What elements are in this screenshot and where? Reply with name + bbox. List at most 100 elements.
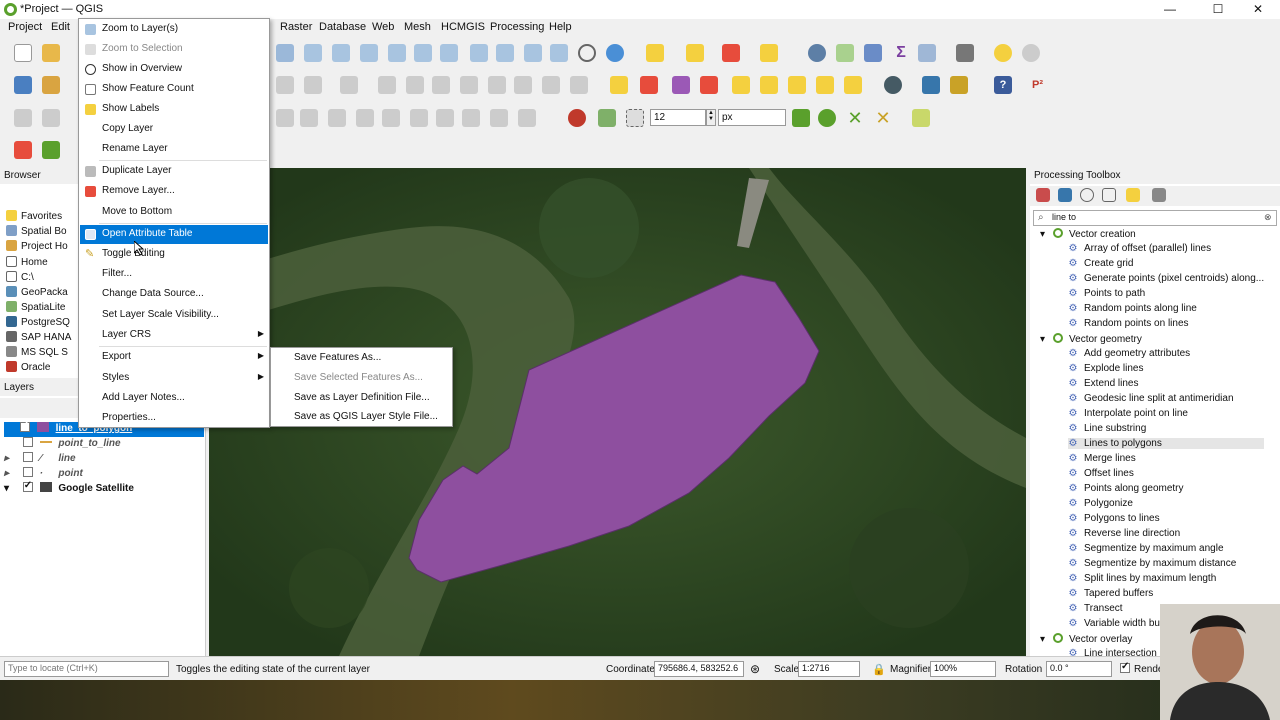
layer-row-point[interactable]: ▸ · point <box>4 467 204 482</box>
menu-hcmgis[interactable]: HCMGIS <box>441 21 485 33</box>
intersection-snapping-icon[interactable]: ✕ <box>874 109 892 127</box>
data-source-manager-icon[interactable] <box>14 76 32 94</box>
models-icon[interactable] <box>1036 188 1050 202</box>
menu-help[interactable]: Help <box>549 21 572 33</box>
show-bookmarks-icon[interactable] <box>550 44 568 62</box>
scripts-icon[interactable] <box>1058 188 1072 202</box>
cut-features-icon[interactable] <box>460 76 478 94</box>
diagram-icon[interactable] <box>640 76 658 94</box>
layer-visibility-checkbox[interactable] <box>22 437 33 447</box>
add-ring-icon[interactable] <box>356 109 374 127</box>
reshape-icon[interactable] <box>276 109 294 127</box>
browser-item-home[interactable]: Home <box>6 256 48 268</box>
browser-item-favorites[interactable]: Favorites <box>6 210 62 222</box>
zoom-next-icon[interactable] <box>440 44 458 62</box>
refresh-icon[interactable] <box>606 44 624 62</box>
pin-plugin-icon[interactable] <box>42 141 60 159</box>
processing-search-input[interactable]: line to <box>1033 210 1277 226</box>
identify-icon[interactable] <box>808 44 826 62</box>
menu-edit[interactable]: Edit <box>51 21 70 33</box>
open-table-icon[interactable] <box>918 44 936 62</box>
new-3d-view-icon[interactable] <box>496 44 514 62</box>
algorithm-item[interactable]: ⚙ Polygons to lines <box>1068 513 1160 524</box>
menu-item-properties[interactable]: Properties... <box>80 409 268 428</box>
topology-editing-icon[interactable] <box>792 109 810 127</box>
pin-labels-icon[interactable] <box>700 76 718 94</box>
delete-selected-icon[interactable] <box>432 76 450 94</box>
deselect-icon[interactable] <box>722 44 740 62</box>
snapping-layers-icon[interactable] <box>598 109 616 127</box>
algorithm-item[interactable]: ⚙ Create grid <box>1068 258 1134 269</box>
algorithm-item[interactable]: ⚙ Line intersection <box>1068 648 1157 656</box>
fill-ring-icon[interactable] <box>410 109 428 127</box>
menu-item-change-data-source[interactable]: Change Data Source... <box>80 285 268 304</box>
expand-arrow-icon[interactable]: ▾ <box>1040 634 1045 645</box>
browser-item-project-home[interactable]: Project Ho <box>6 240 68 252</box>
menu-item-export[interactable]: Export ▶ <box>80 348 268 367</box>
digitize-icon[interactable] <box>304 76 322 94</box>
browser-item-c-drive[interactable]: C:\ <box>6 271 34 283</box>
snapping-magnet-icon[interactable] <box>568 109 586 127</box>
copy-features-icon[interactable] <box>488 76 506 94</box>
select-by-value-icon[interactable] <box>686 44 704 62</box>
zoom-native-icon[interactable] <box>388 44 406 62</box>
algorithm-group[interactable]: ▾ Vector overlay <box>1040 633 1132 645</box>
select-features-icon[interactable] <box>646 44 664 62</box>
algorithm-item[interactable]: ⚙ Split lines by maximum length <box>1068 573 1217 584</box>
label-properties-icon[interactable] <box>844 76 862 94</box>
show-hide-labels-icon[interactable] <box>732 76 750 94</box>
browser-item-sap-hana[interactable]: SAP HANA <box>6 331 71 343</box>
label-tool-icon[interactable] <box>610 76 628 94</box>
algorithm-item[interactable]: ⚙ Interpolate point on line <box>1068 408 1188 419</box>
browser-item-oracle[interactable]: Oracle <box>6 361 50 373</box>
layer-visibility-checkbox[interactable] <box>20 420 30 432</box>
algorithm-item[interactable]: ⚙ Points along geometry <box>1068 483 1184 494</box>
offset-curve-icon[interactable] <box>300 109 318 127</box>
lock-scale-icon[interactable]: 🔒 <box>872 663 886 676</box>
self-snapping-icon[interactable] <box>818 109 836 127</box>
menu-item-add-layer-notes[interactable]: Add Layer Notes... <box>80 389 268 408</box>
menu-item-styles[interactable]: Styles ▶ <box>80 369 268 388</box>
menu-item-show-labels[interactable]: Show Labels <box>80 100 268 119</box>
menu-item-copy-layer[interactable]: Copy Layer <box>80 120 268 139</box>
menu-database[interactable]: Database <box>319 21 366 33</box>
move-label-icon[interactable] <box>760 76 778 94</box>
plugin-globe-icon[interactable] <box>884 76 902 94</box>
zoom-layer-icon[interactable] <box>360 44 378 62</box>
simplify-icon[interactable] <box>328 109 346 127</box>
highlight-labels-icon[interactable] <box>672 76 690 94</box>
redo-icon[interactable] <box>570 76 588 94</box>
expand-arrow-icon[interactable]: ▾ <box>1040 334 1045 345</box>
browser-item-geopackage[interactable]: GeoPacka <box>6 286 68 298</box>
scale-field[interactable]: 1:2716 <box>798 661 860 677</box>
browser-item-spatialite[interactable]: SpatiaLite <box>6 301 65 313</box>
zoom-last-icon[interactable] <box>414 44 432 62</box>
tolerance-spinner[interactable]: ▲ ▼ <box>706 109 716 126</box>
select-by-location-icon[interactable] <box>760 44 778 62</box>
clear-search-icon[interactable]: ⊗ <box>1264 212 1272 223</box>
menu-processing[interactable]: Processing <box>490 21 544 33</box>
add-feature-icon[interactable] <box>340 76 358 94</box>
help-icon[interactable]: ? <box>994 76 1012 94</box>
algorithm-item[interactable]: ⚙ Polygonize <box>1068 498 1133 509</box>
menu-item-rename-layer[interactable]: Rename Layer <box>80 140 268 159</box>
layer-visibility-checkbox[interactable] <box>22 452 33 462</box>
menu-item-save-qgis-layer-style[interactable]: Save as QGIS Layer Style File... <box>272 408 451 427</box>
attribute-table-icon[interactable] <box>836 44 854 62</box>
menu-item-duplicate-layer[interactable]: Duplicate Layer <box>80 162 268 181</box>
menu-mesh[interactable]: Mesh <box>404 21 431 33</box>
results-icon[interactable] <box>1102 188 1116 202</box>
statistics-icon[interactable]: Σ <box>892 44 910 62</box>
modify-attributes-icon[interactable] <box>406 76 424 94</box>
python-console-icon[interactable] <box>922 76 940 94</box>
zoom-in-icon[interactable] <box>276 44 294 62</box>
trace-icon[interactable] <box>912 109 930 127</box>
algorithm-item[interactable]: ⚙ Explode lines <box>1068 363 1144 374</box>
magnifier-field[interactable]: 100% <box>930 661 996 677</box>
advanced-digitizing-icon[interactable] <box>14 109 32 127</box>
menu-item-save-selected-features-as[interactable]: Save Selected Features As... <box>272 369 451 388</box>
maximize-button[interactable]: ☐ <box>1196 1 1240 18</box>
close-button[interactable]: ✕ <box>1236 1 1280 18</box>
rotate-label-icon[interactable] <box>788 76 806 94</box>
undo-icon[interactable] <box>542 76 560 94</box>
